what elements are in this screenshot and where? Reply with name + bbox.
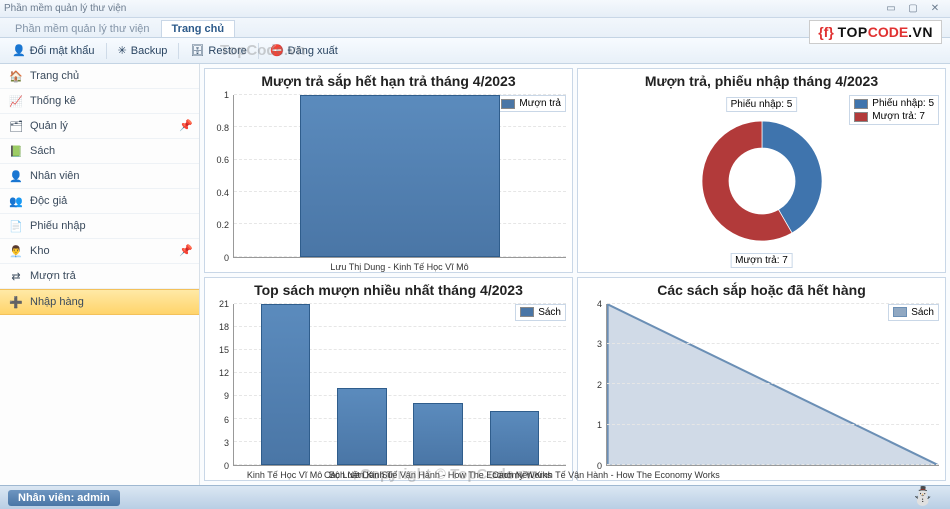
separator (178, 43, 179, 59)
nav-label: Phiếu nhập (30, 220, 86, 232)
panel-title: Mượn trả sắp hết hạn trả tháng 4/2023 (205, 69, 572, 91)
status-user: Nhân viên: admin (8, 490, 120, 506)
nav-label: Thống kê (30, 95, 76, 107)
legend-label: Mượn trả: 7 (872, 111, 925, 122)
dashboard-content: Mượn trả sắp hết hạn trả tháng 4/2023 Mư… (200, 64, 950, 485)
chart-expiring-loans: Mượn trả 00.20.40.60.81 Lưu Thị Dung - K… (205, 91, 572, 272)
panel-top-books: Top sách mượn nhiều nhất tháng 4/2023 Sá… (204, 277, 573, 482)
nav-icon: 👥 (8, 193, 24, 209)
sidebar-item-5[interactable]: 👥 Độc giả (0, 189, 199, 214)
nav-icon: 👨‍💼 (8, 243, 24, 259)
nav-label: Mượn trả (30, 270, 76, 282)
donut-label-bottom: Mượn trả: 7 (730, 253, 793, 268)
nav-label: Nhân viên (30, 170, 80, 182)
snowman-icon: ⛄ (912, 486, 934, 507)
sidebar-item-8[interactable]: ⇄ Mượn trả (0, 264, 199, 289)
user-icon: 👤 (12, 44, 26, 57)
chart-top-books: Sách 036912151821 Kinh Tế Học Vĩ MôBộ Lu… (205, 300, 572, 481)
logout-label: Đăng xuất (288, 45, 338, 57)
area-svg (607, 304, 939, 466)
sidebar-item-7[interactable]: 👨‍💼 Kho 📌 (0, 239, 199, 264)
sidebar-item-0[interactable]: 🏠 Trang chủ (0, 64, 199, 89)
restore-icon: 🗄 (190, 44, 204, 57)
minimize-button[interactable]: ▭ (880, 3, 902, 14)
sidebar-item-1[interactable]: 📈 Thống kê (0, 89, 199, 114)
change-password-label: Đổi mật khẩu (30, 45, 95, 57)
logout-button[interactable]: ⛔ Đăng xuất (264, 42, 344, 59)
nav-label: Kho (30, 245, 50, 257)
logo-brand1: TOP (838, 24, 868, 40)
sidebar: 🏠 Trang chủ 📈 Thống kê 🗂 Quản lý 📌 📗 Sách 👤 Nhân v… (0, 64, 200, 485)
nav-icon: 🗂 (8, 118, 24, 134)
tab-app-title[interactable]: Phần mềm quản lý thư viện (4, 20, 161, 37)
nav-label: Quản lý (30, 120, 68, 132)
ribbon-tabs: Phần mềm quản lý thư viện Trang chủ (0, 18, 950, 38)
logo-brand2: CODE (868, 24, 908, 40)
pin-icon: 📌 (179, 244, 193, 258)
donut-svg (687, 106, 837, 256)
nav-icon: 📈 (8, 93, 24, 109)
nav-icon: 📄 (8, 218, 24, 234)
tab-home[interactable]: Trang chủ (161, 20, 236, 37)
nav-label: Độc giả (30, 195, 67, 207)
legend-label: Phiếu nhập: 5 (872, 98, 934, 109)
nav-label: Sách (30, 145, 55, 157)
panel-title: Các sách sắp hoặc đã hết hàng (578, 278, 945, 300)
logo-suffix: .VN (908, 24, 933, 40)
close-button[interactable]: ✕ (924, 3, 946, 14)
nav-label: Nhập hàng (30, 296, 84, 308)
nav-icon: 🏠 (8, 68, 24, 84)
sidebar-item-3[interactable]: 📗 Sách (0, 139, 199, 164)
window-titlebar: Phần mềm quản lý thư viện ▭ ▢ ✕ (0, 0, 950, 18)
legend: Phiếu nhập: 5 Mượn trả: 7 (849, 95, 939, 125)
nav-icon: ➕ (8, 294, 24, 310)
restore-button[interactable]: 🗄 Restore (184, 42, 253, 59)
change-password-button[interactable]: 👤 Đổi mật khẩu (6, 42, 101, 59)
panel-title: Mượn trả, phiếu nhập tháng 4/2023 (578, 69, 945, 91)
backup-button[interactable]: ✳ Backup (112, 42, 174, 59)
statusbar: Nhân viên: admin ⛄ (0, 485, 950, 509)
maximize-button[interactable]: ▢ (902, 3, 924, 14)
chart-donut: Phiếu nhập: 5 Mượn trả: 7 Phiếu nhập: 5 … (578, 91, 945, 272)
panel-title: Top sách mượn nhiều nhất tháng 4/2023 (205, 278, 572, 300)
panel-low-stock: Các sách sắp hoặc đã hết hàng Sách 01234… (577, 277, 946, 482)
logout-icon: ⛔ (270, 44, 284, 57)
nav-label: Trang chủ (30, 70, 79, 82)
app-title: Phần mềm quản lý thư viện (4, 3, 126, 14)
panel-loans-receipts: Mượn trả, phiếu nhập tháng 4/2023 Phiếu … (577, 68, 946, 273)
toolbar: 👤 Đổi mật khẩu ✳ Backup 🗄 Restore ⛔ Đăng… (0, 38, 950, 64)
backup-label: Backup (131, 45, 168, 57)
separator (258, 43, 259, 59)
gear-icon: ✳ (118, 44, 127, 57)
nav-icon: ⇄ (8, 268, 24, 284)
pin-icon: 📌 (179, 119, 193, 133)
nav-icon: 👤 (8, 168, 24, 184)
panel-expiring-loans: Mượn trả sắp hết hạn trả tháng 4/2023 Mư… (204, 68, 573, 273)
sidebar-item-6[interactable]: 📄 Phiếu nhập (0, 214, 199, 239)
topcode-logo: {f} TOPCODE.VN (809, 20, 942, 44)
chart-low-stock: Sách 01234 Cách Nền Kinh Tế Vận Hành - H… (578, 300, 945, 481)
separator (106, 43, 107, 59)
nav-icon: 📗 (8, 143, 24, 159)
sidebar-item-9[interactable]: ➕ Nhập hàng (0, 289, 199, 315)
restore-label: Restore (208, 45, 247, 57)
donut-label-top: Phiếu nhập: 5 (726, 97, 798, 112)
sidebar-item-4[interactable]: 👤 Nhân viên (0, 164, 199, 189)
logo-prefix: {f} (818, 24, 834, 40)
sidebar-item-2[interactable]: 🗂 Quản lý 📌 (0, 114, 199, 139)
